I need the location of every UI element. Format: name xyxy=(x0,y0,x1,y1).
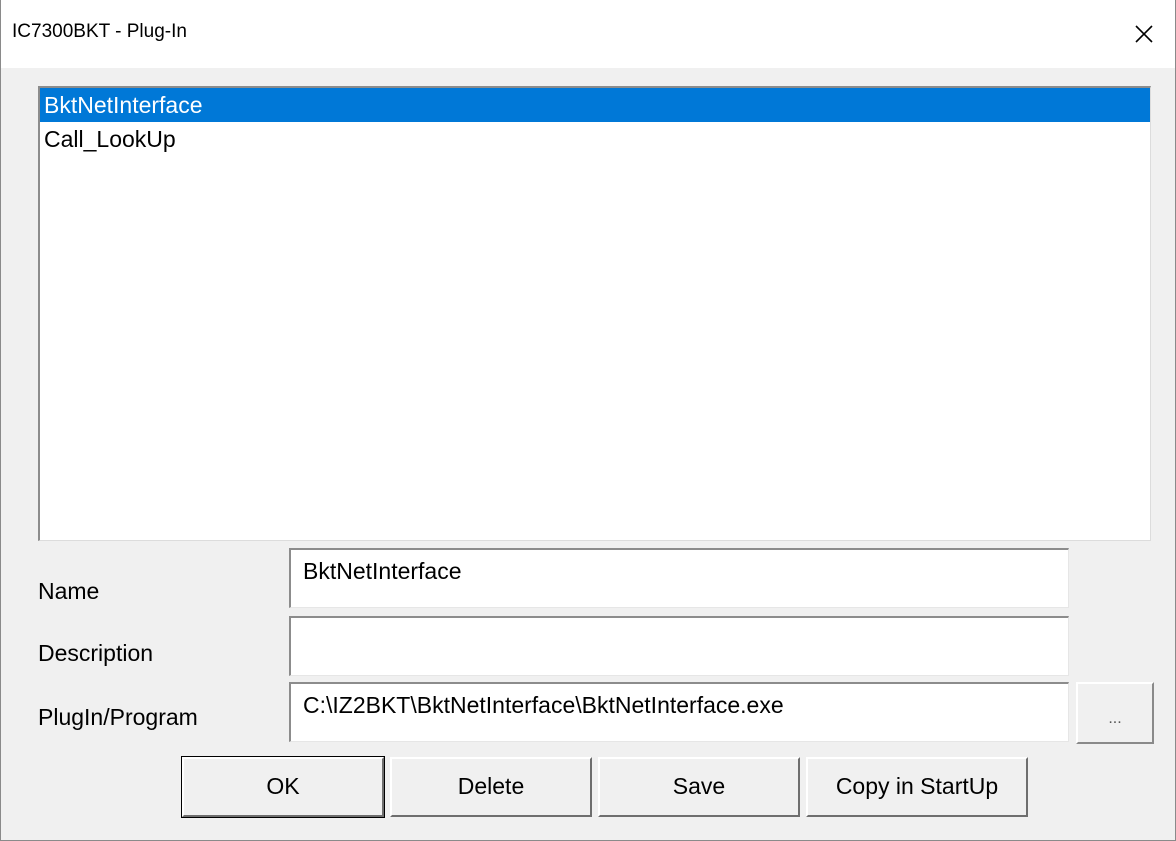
name-label: Name xyxy=(38,578,100,604)
title-bar[interactable]: IC7300BKT - Plug-In xyxy=(1,0,1175,68)
copy-in-startup-button[interactable]: Copy in StartUp xyxy=(806,757,1028,817)
window-title: IC7300BKT - Plug-In xyxy=(12,21,187,42)
save-button[interactable]: Save xyxy=(598,757,800,817)
ok-button[interactable]: OK xyxy=(181,756,385,818)
plugin-listbox[interactable]: BktNetInterface Call_LookUp xyxy=(38,86,1151,541)
list-item-bktnetinterface[interactable]: BktNetInterface xyxy=(40,88,1150,122)
close-icon xyxy=(1135,25,1153,43)
description-field[interactable] xyxy=(289,616,1069,676)
delete-button[interactable]: Delete xyxy=(390,757,592,817)
program-label: PlugIn/Program xyxy=(38,704,198,730)
plugin-dialog: IC7300BKT - Plug-In BktNetInterface Call… xyxy=(0,0,1176,841)
close-button[interactable] xyxy=(1113,0,1175,68)
list-item-call-lookup[interactable]: Call_LookUp xyxy=(40,122,1150,156)
program-path-field[interactable]: C:\IZ2BKT\BktNetInterface\BktNetInterfac… xyxy=(289,682,1069,742)
description-label: Description xyxy=(38,640,154,666)
name-field[interactable]: BktNetInterface xyxy=(289,548,1069,608)
browse-button[interactable]: ... xyxy=(1076,682,1154,744)
